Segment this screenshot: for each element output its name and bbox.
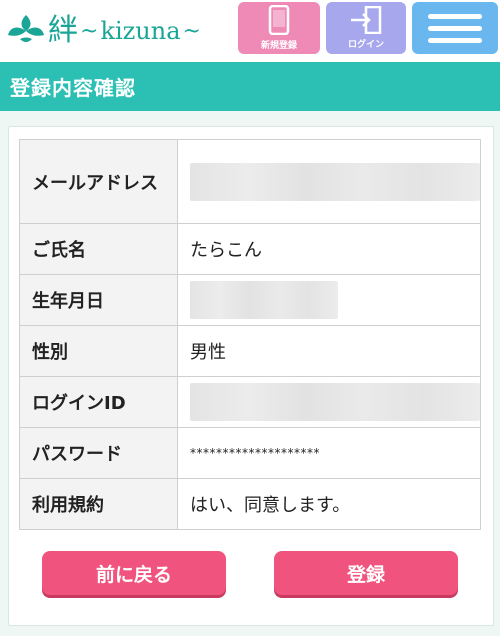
site-header: 絆 ~ kizuna ~ 新規登録 ログイン (0, 0, 500, 62)
menu-button[interactable] (412, 2, 498, 54)
table-row-terms: 利用規約 はい、同意します。 (19, 478, 481, 530)
redacted-value (190, 162, 480, 201)
register-button[interactable]: 新規登録 (238, 2, 320, 54)
table-row-password: パスワード ******************** (19, 427, 481, 479)
back-button[interactable]: 前に戻る (42, 551, 226, 595)
login-button-label: ログイン (347, 40, 384, 50)
row-value: 男性 (177, 325, 481, 377)
login-id-value (177, 376, 481, 428)
table-row-gender: 性別 男性 (19, 325, 481, 377)
logo-leaf-icon (8, 15, 44, 42)
login-door-icon (351, 6, 382, 34)
row-label: 性別 (19, 325, 178, 377)
row-label: 生年月日 (19, 274, 178, 326)
phone-icon (268, 5, 290, 35)
row-label: 利用規約 (19, 478, 178, 530)
register-button-label: 新規登録 (260, 41, 297, 51)
site-logo[interactable]: 絆 ~ kizuna ~ (6, 8, 203, 54)
email-value (177, 139, 481, 224)
table-row-birthdate: 生年月日 (19, 274, 481, 326)
logo-tilde-right: ~ (182, 18, 201, 44)
confirmation-table: メールアドレス ご氏名 たらこん 生年月日 性別 男性 ログインID パスワード… (19, 139, 481, 530)
page-title-bar: 登録内容確認 (0, 62, 500, 111)
table-row-email: メールアドレス (19, 139, 481, 224)
logo-word: kizuna (100, 17, 181, 45)
row-label: ご氏名 (19, 223, 178, 275)
row-value: たらこん (177, 223, 481, 275)
logo-kanji: 絆 (48, 13, 78, 48)
row-value: ******************** (177, 427, 481, 479)
login-button[interactable]: ログイン (326, 2, 406, 54)
row-label: パスワード (19, 427, 178, 479)
page-title: 登録内容確認 (10, 76, 136, 100)
row-value: はい、同意します。 (177, 478, 481, 530)
submit-button[interactable]: 登録 (274, 551, 458, 595)
table-row-login-id: ログインID (19, 376, 481, 428)
redacted-value (190, 281, 338, 319)
confirmation-card: メールアドレス ご氏名 たらこん 生年月日 性別 男性 ログインID パスワード… (8, 126, 494, 626)
row-label: メールアドレス (19, 139, 178, 224)
logo-tilde-left: ~ (80, 18, 99, 44)
table-row-name: ご氏名 たらこん (19, 223, 481, 275)
redacted-value (190, 383, 480, 421)
row-label: ログインID (19, 376, 178, 428)
hamburger-icon (428, 13, 482, 43)
birthdate-value (177, 274, 481, 326)
